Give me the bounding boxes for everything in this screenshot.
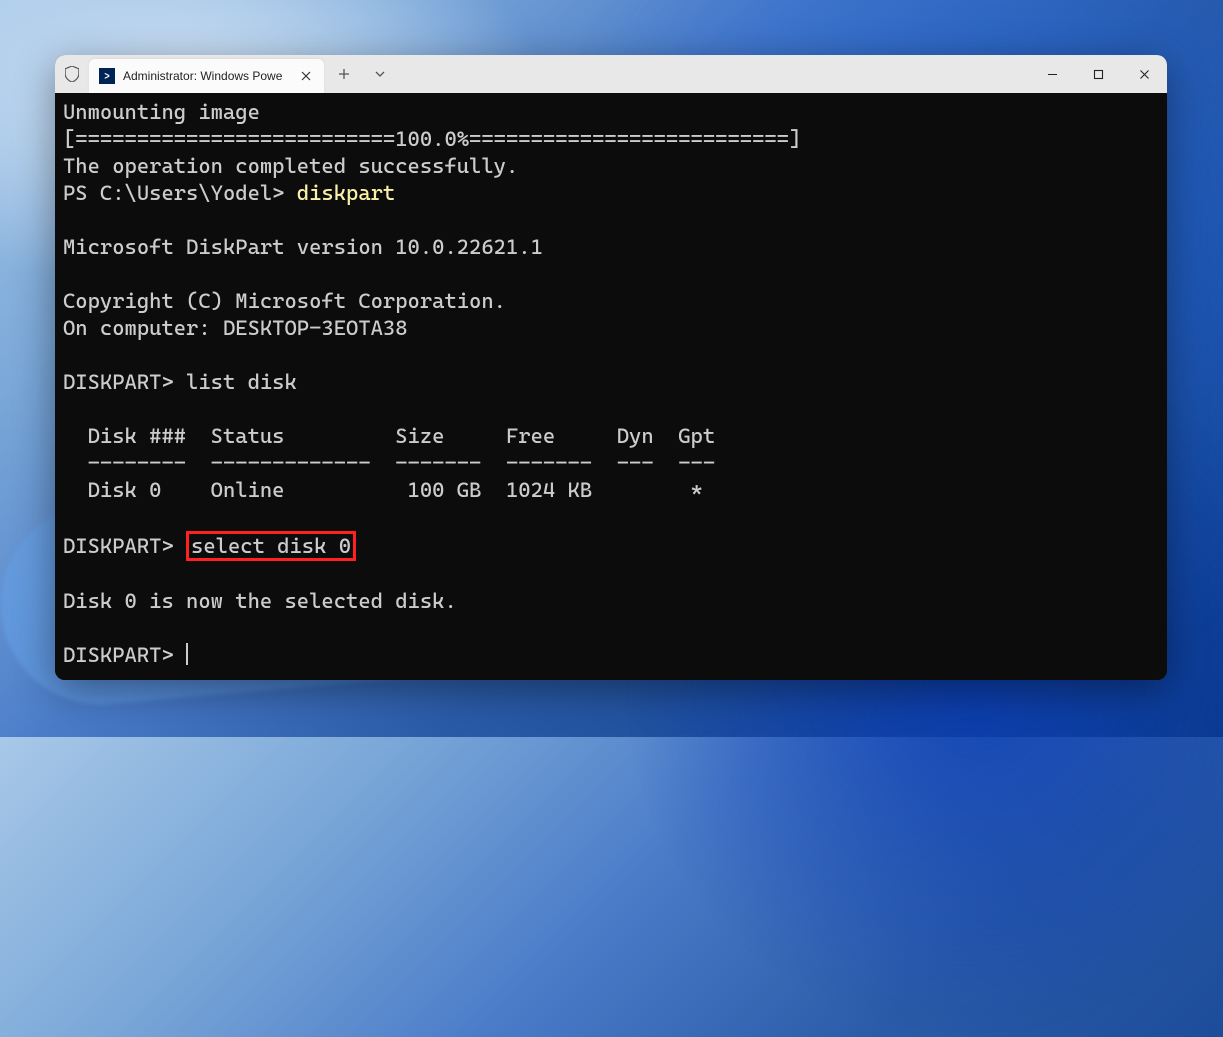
output-line: Disk 0 is now the selected disk. — [63, 589, 457, 613]
output-line: Unmounting image — [63, 100, 260, 124]
table-row: Disk 0 Online 100 GB 1024 KB * — [63, 478, 703, 502]
command: list disk — [186, 370, 297, 394]
maximize-button[interactable] — [1075, 55, 1121, 93]
highlighted-command: select disk 0 — [186, 531, 356, 561]
new-tab-button[interactable] — [328, 58, 360, 90]
tab-close-button[interactable] — [298, 68, 314, 84]
prompt: PS C:\Users\Yodel> — [63, 181, 297, 205]
terminal-output[interactable]: Unmounting image [======================… — [55, 93, 1167, 680]
prompt: DISKPART> — [63, 370, 186, 394]
output-line: Microsoft DiskPart version 10.0.22621.1 — [63, 235, 543, 259]
close-button[interactable] — [1121, 55, 1167, 93]
prompt: DISKPART> — [63, 643, 186, 667]
powershell-icon — [99, 68, 115, 84]
output-line: Copyright (C) Microsoft Corporation. — [63, 289, 506, 313]
cursor — [186, 643, 188, 665]
tab-dropdown-button[interactable] — [364, 58, 396, 90]
tab-active[interactable]: Administrator: Windows Powe — [89, 59, 324, 93]
minimize-button[interactable] — [1029, 55, 1075, 93]
admin-shield-icon — [55, 66, 89, 82]
output-line: [==========================100.0%=======… — [63, 127, 801, 151]
command: diskpart — [297, 181, 395, 205]
output-line: The operation completed successfully. — [63, 154, 518, 178]
prompt: DISKPART> — [63, 534, 186, 558]
tab-title: Administrator: Windows Powe — [123, 69, 290, 83]
table-header: Disk ### Status Size Free Dyn Gpt — [63, 424, 715, 448]
table-divider: -------- ------------- ------- ------- -… — [63, 451, 715, 475]
titlebar[interactable]: Administrator: Windows Powe — [55, 55, 1167, 93]
output-line: On computer: DESKTOP-3EOTA38 — [63, 316, 408, 340]
terminal-window: Administrator: Windows Powe Unmounting i… — [55, 55, 1167, 680]
